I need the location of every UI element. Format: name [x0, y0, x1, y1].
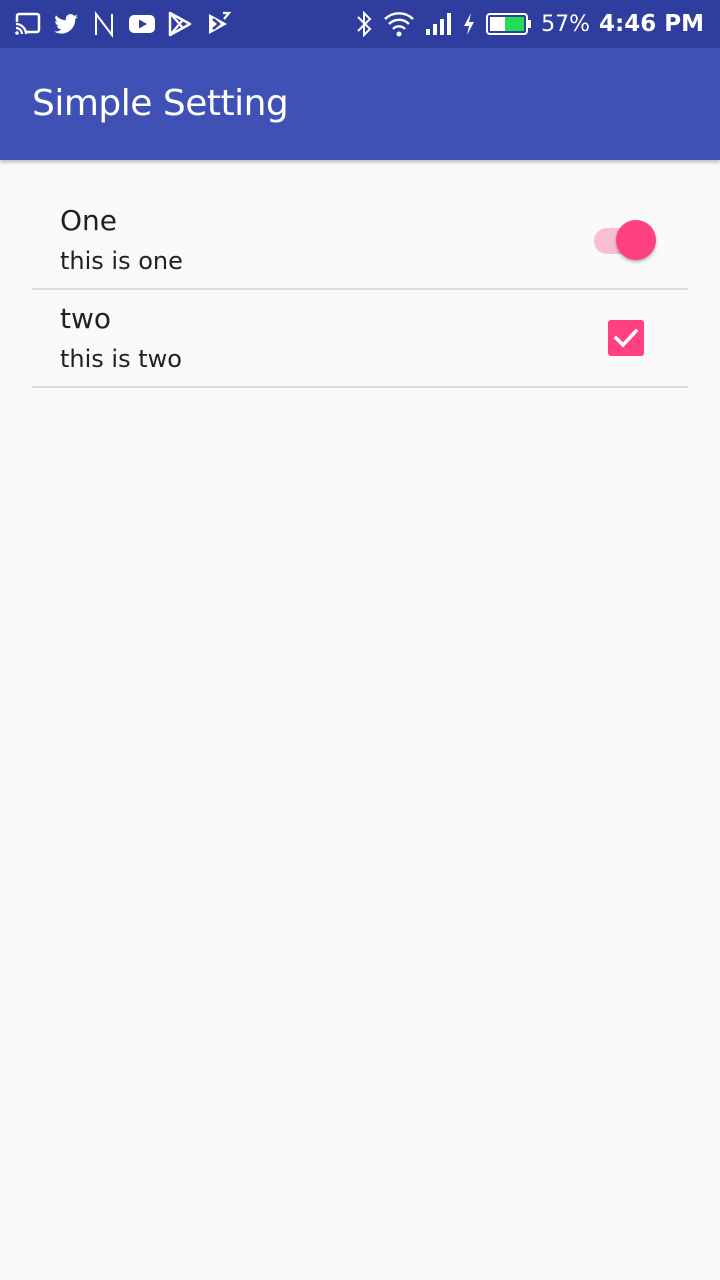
system-status: 57% 4:46 PM: [354, 8, 704, 40]
preference-two[interactable]: two this is two: [32, 290, 688, 388]
cast-icon: [15, 12, 41, 35]
preference-title: One: [60, 204, 118, 237]
battery-percent: 57%: [541, 11, 591, 37]
charging-icon: [464, 13, 475, 35]
n-icon: [95, 11, 113, 38]
signal-icon: [426, 13, 452, 35]
battery-icon: [486, 13, 532, 35]
bluetooth-icon: [357, 10, 372, 38]
youtube-icon: [129, 15, 155, 33]
play-store-icon: [168, 11, 192, 37]
page-title: Simple Setting: [32, 83, 289, 124]
preference-one-switch[interactable]: [592, 220, 658, 260]
switch-thumb: [616, 220, 656, 260]
preference-summary: this is one: [60, 247, 183, 275]
twitter-icon: [54, 14, 78, 34]
notification-icons: [14, 10, 232, 38]
wifi-icon: [384, 12, 414, 37]
play-movies-icon: [209, 11, 232, 34]
app-toolbar: Simple Setting: [0, 48, 720, 160]
preference-two-checkbox[interactable]: [608, 320, 644, 356]
check-icon: [613, 328, 639, 348]
preference-title: two: [60, 302, 112, 335]
clock: 4:46 PM: [599, 11, 704, 37]
preference-summary: this is two: [60, 345, 182, 373]
preference-list: One this is one two this is two: [32, 192, 688, 388]
preference-one[interactable]: One this is one: [32, 192, 688, 290]
status-bar: 57% 4:46 PM: [0, 0, 720, 48]
